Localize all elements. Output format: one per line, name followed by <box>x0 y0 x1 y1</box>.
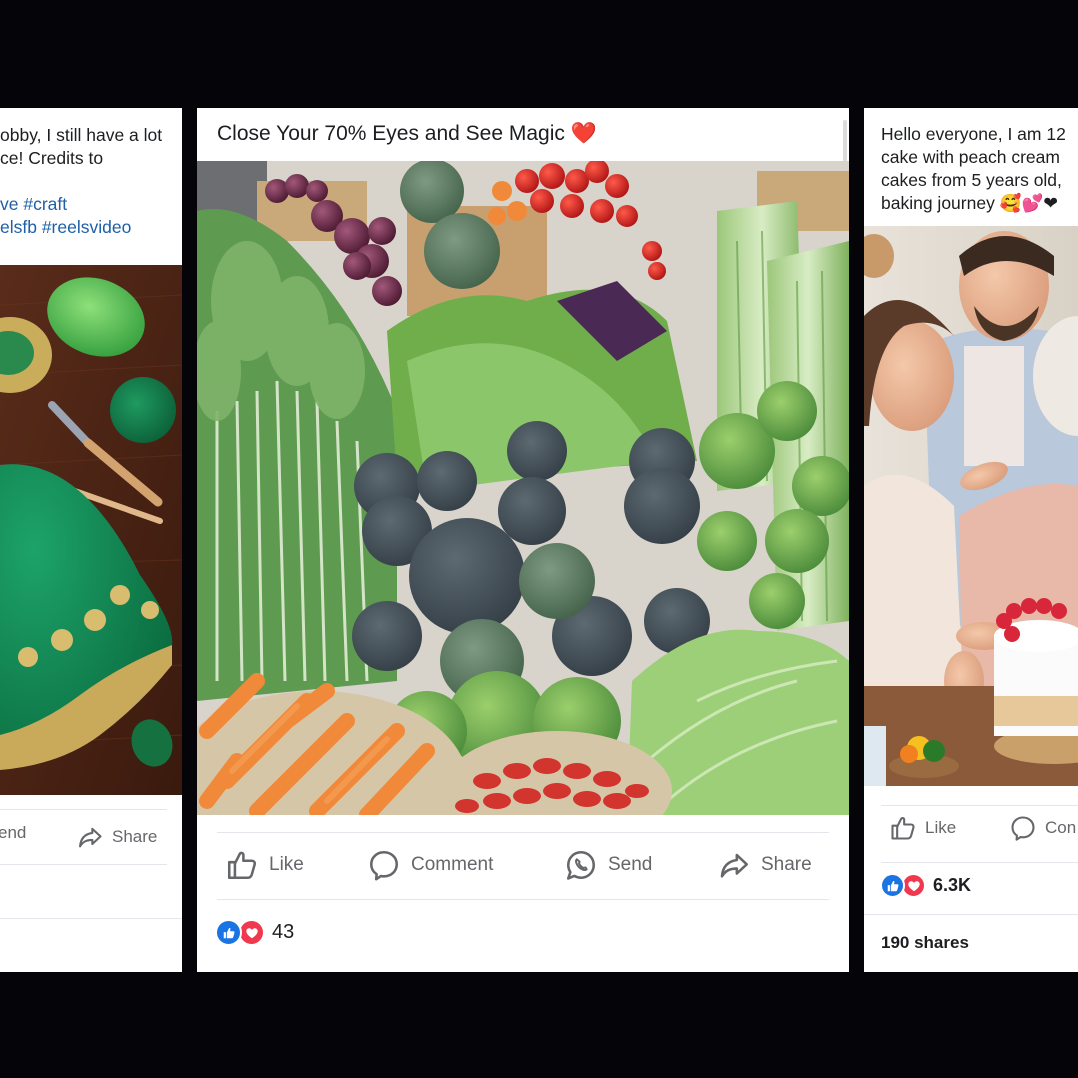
send-button[interactable]: Send <box>564 848 652 882</box>
like-button[interactable]: Like <box>889 814 956 842</box>
caption-line: Hello everyone, I am 12 <box>881 124 1066 144</box>
caption-line: obby, I still have a lot <box>0 125 163 145</box>
reaction-count: 43 <box>272 921 295 943</box>
comment-label: Comment <box>411 854 494 875</box>
divider <box>217 832 829 833</box>
like-label: Like <box>925 818 957 837</box>
post-caption: Hello everyone, I am 12 cake with peach … <box>881 123 1066 215</box>
crochet-image-illustration <box>0 265 182 795</box>
reactions-summary[interactable]: 43 <box>215 919 294 946</box>
divider <box>881 805 1078 806</box>
shares-count[interactable]: 190 shares <box>881 933 969 953</box>
like-reaction-icon <box>880 873 905 898</box>
post-card-right: Hello everyone, I am 12 cake with peach … <box>864 108 1078 972</box>
comment-button[interactable]: Comment <box>367 848 493 882</box>
post-caption: Close Your 70% Eyes and See Magic ❤️ <box>217 121 597 147</box>
comment-bubble-icon <box>1011 816 1035 841</box>
caption-hashtags[interactable]: ve #craft <box>0 193 162 216</box>
share-label: Share <box>761 854 812 875</box>
share-label: Share <box>112 827 158 846</box>
caption-hashtags[interactable]: elsfb #reelsvideo <box>0 216 162 239</box>
divider <box>217 899 829 900</box>
caption-text: Close Your 70% Eyes and See Magic <box>217 122 565 145</box>
thumbs-up-outline-icon <box>227 851 257 880</box>
whatsapp-icon <box>566 850 596 880</box>
caption-line: ce! Credits to <box>0 148 104 168</box>
reaction-count: 6.3K <box>933 875 972 895</box>
post-image-vegetables[interactable] <box>197 161 849 815</box>
post-card-center: Close Your 70% Eyes and See Magic ❤️ Lik… <box>197 108 849 972</box>
family-cake-illustration <box>864 226 1078 786</box>
caption-line: baking journey 🥰💕❤ <box>881 193 1058 213</box>
thumbs-up-outline-icon <box>891 817 915 840</box>
divider <box>864 914 1078 915</box>
send-label: Send <box>608 854 653 875</box>
divider <box>0 864 167 865</box>
share-button[interactable]: Share <box>76 823 157 851</box>
share-arrow-icon <box>720 853 749 878</box>
send-button[interactable]: end <box>0 823 26 843</box>
divider <box>0 918 182 919</box>
post-image-crochet[interactable] <box>0 265 182 795</box>
post-caption: obby, I still have a lot ce! Credits to … <box>0 124 162 239</box>
comment-label: Con <box>1045 818 1077 837</box>
caption-line: cakes from 5 years old, <box>881 170 1062 190</box>
vegetable-market-illustration <box>197 161 849 815</box>
comment-button[interactable]: Con <box>1009 814 1076 842</box>
divider <box>881 862 1078 863</box>
post-image-birthday-cake[interactable] <box>864 226 1078 786</box>
like-label: Like <box>269 854 304 875</box>
divider <box>0 809 167 810</box>
like-button[interactable]: Like <box>225 848 304 882</box>
caption-line: cake with peach cream <box>881 147 1060 167</box>
post-card-left: obby, I still have a lot ce! Credits to … <box>0 108 182 972</box>
share-button[interactable]: Share <box>717 848 812 882</box>
love-reaction-icon <box>238 919 265 946</box>
comment-bubble-icon <box>369 850 399 881</box>
red-heart-emoji: ❤️ <box>570 122 597 145</box>
reactions-summary[interactable]: 6.3K <box>880 873 971 898</box>
send-label: end <box>0 823 27 842</box>
share-arrow-icon <box>79 827 102 848</box>
like-reaction-icon <box>215 919 242 946</box>
